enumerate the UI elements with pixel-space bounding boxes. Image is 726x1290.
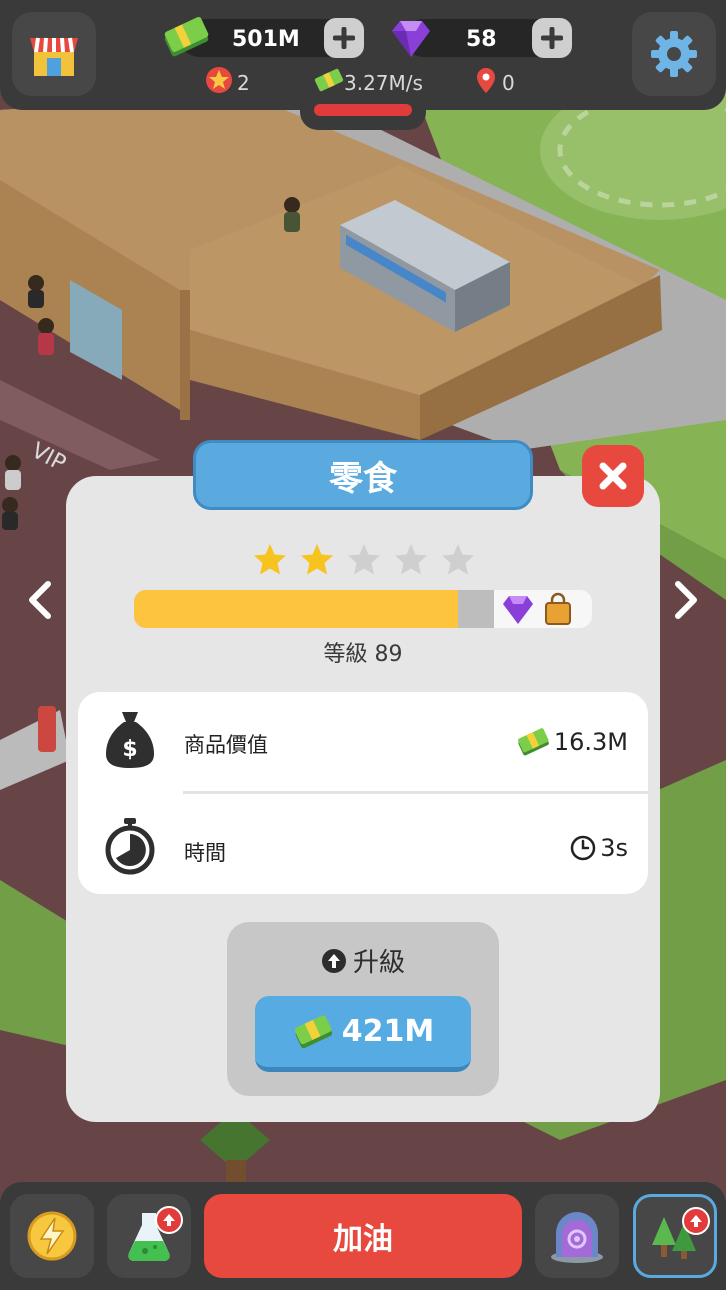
add-cash-button[interactable] xyxy=(324,18,364,58)
panel-title: 零食 xyxy=(193,440,533,510)
time-value: 3s xyxy=(570,834,628,862)
locations-count: 0 xyxy=(502,71,515,95)
income-rate: 3.27M/s xyxy=(344,71,423,95)
next-arrow-icon[interactable] xyxy=(670,580,704,620)
star-empty-icon xyxy=(348,544,380,575)
star-filled-icon xyxy=(254,544,286,575)
cash-icon xyxy=(164,17,209,57)
event-progress-bar xyxy=(314,104,412,116)
upgrade-button[interactable]: 421M xyxy=(255,996,471,1072)
close-icon xyxy=(599,462,627,490)
product-value-label: 商品價值 xyxy=(184,733,268,757)
gear-icon xyxy=(651,31,697,77)
upgrade-section: 升級 421M xyxy=(227,922,499,1096)
income-cash-icon xyxy=(314,68,344,92)
close-button[interactable] xyxy=(582,445,644,507)
upgrade-title-text: 升級 xyxy=(352,948,405,978)
product-value-text: 16.3M xyxy=(553,728,628,756)
previous-arrow-icon[interactable] xyxy=(22,580,56,620)
notification-badge xyxy=(155,1206,183,1234)
boost-button[interactable] xyxy=(10,1194,94,1278)
product-value: 16.3M xyxy=(516,727,628,757)
time-label: 時間 xyxy=(184,841,226,865)
star-empty-icon xyxy=(442,544,474,575)
upgrade-cost: 421M xyxy=(341,1014,435,1049)
hud-tab xyxy=(300,96,426,130)
time-value-text: 3s xyxy=(600,834,628,862)
star-filled-icon xyxy=(301,544,333,575)
row-divider xyxy=(183,791,648,794)
product-info-card: $ 商品價值 16.3M 時間 3s xyxy=(78,692,648,894)
plus-icon xyxy=(541,27,563,49)
cash-value: 501M xyxy=(232,27,300,52)
lightning-icon xyxy=(27,1211,77,1261)
settings-button[interactable] xyxy=(632,12,716,96)
portal-button[interactable] xyxy=(535,1194,619,1278)
star-badge-icon xyxy=(206,67,232,93)
location-pin-icon xyxy=(477,68,495,93)
cash-icon xyxy=(517,728,549,756)
clock-icon xyxy=(570,835,596,861)
refuel-button[interactable]: 加油 xyxy=(204,1194,522,1278)
upgrade-title: 升級 xyxy=(227,942,499,979)
gem-reward-icon xyxy=(503,596,533,624)
upgrade-arrow-icon xyxy=(321,948,346,973)
park-button[interactable] xyxy=(633,1194,717,1278)
star-empty-icon xyxy=(395,544,427,575)
shop-button[interactable] xyxy=(12,12,96,96)
progress-fill xyxy=(134,590,458,628)
notification-badge xyxy=(682,1207,710,1235)
store-icon xyxy=(30,37,78,76)
stars-count: 2 xyxy=(237,71,250,95)
portal-icon xyxy=(551,1212,603,1263)
gem-icon xyxy=(392,21,430,57)
cash-icon xyxy=(294,1014,332,1048)
research-button[interactable] xyxy=(107,1194,191,1278)
gem-value: 58 xyxy=(466,27,497,52)
money-bag-icon: $ xyxy=(106,712,154,768)
shopping-bag-icon xyxy=(545,592,571,625)
add-gems-button[interactable] xyxy=(532,18,572,58)
up-arrow-icon xyxy=(690,1215,702,1227)
plus-icon xyxy=(333,27,355,49)
stopwatch-icon xyxy=(105,818,155,875)
level-label: 等級 89 xyxy=(323,642,403,667)
up-arrow-icon xyxy=(163,1214,175,1226)
svg-text:$: $ xyxy=(122,737,137,762)
